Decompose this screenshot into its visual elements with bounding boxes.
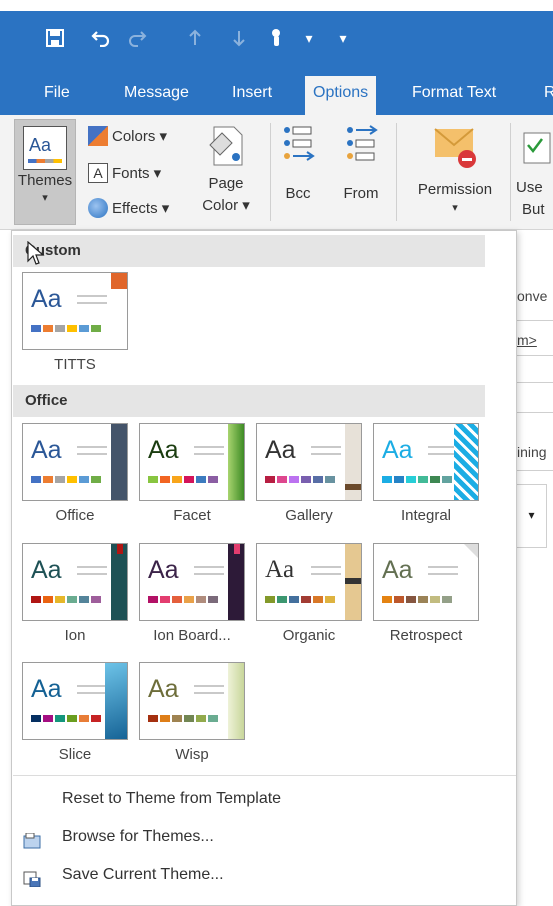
office-section-header: Office	[13, 385, 485, 417]
effects-label: Effects ▾	[112, 200, 170, 217]
theme-slice[interactable]: Aa Slice	[22, 662, 128, 763]
permission-button[interactable]: Permission ▾	[404, 123, 506, 215]
theme-name: Wisp	[175, 746, 209, 763]
background-dropdown: ▾	[517, 484, 547, 548]
from-button[interactable]: From	[334, 123, 388, 205]
background-text: onve	[517, 288, 548, 304]
quick-access-toolbar: ▾ ▾	[0, 11, 553, 69]
voting-icon	[523, 132, 551, 164]
colors-icon	[88, 126, 108, 146]
theme-ion-boardroom[interactable]: Aa Ion Board...	[139, 543, 245, 644]
bcc-icon	[284, 126, 315, 161]
theme-name: Facet	[173, 507, 211, 524]
theme-titts[interactable]: Aa TITTS	[22, 272, 128, 373]
page-color-button[interactable]: Page Color ▾	[198, 123, 254, 217]
effects-button[interactable]: Effects ▾	[88, 195, 169, 221]
theme-office[interactable]: Aa Office	[22, 423, 128, 524]
mouse-cursor-icon	[27, 241, 45, 265]
theme-name: Retrospect	[389, 627, 463, 644]
theme-name: Ion Board...	[153, 627, 231, 644]
save-theme-icon	[23, 866, 41, 888]
bcc-button[interactable]: Bcc	[272, 123, 324, 205]
background-text: m>	[517, 332, 537, 348]
customize-icon[interactable]: ▾	[330, 25, 356, 51]
theme-name: Slice	[58, 746, 92, 763]
theme-name: Organic	[282, 627, 336, 644]
tab-review[interactable]: R	[540, 78, 553, 115]
themes-gallery-dropdown: Custom Aa TITTS Office Aa Office Aa Face…	[11, 230, 517, 906]
tab-message[interactable]: Message	[120, 78, 193, 115]
ribbon-separator	[270, 123, 271, 221]
ribbon-tabs: File Message Insert Options Format Text …	[0, 69, 553, 115]
tab-format-text[interactable]: Format Text	[408, 78, 500, 115]
page-color-label-1: Page	[208, 175, 244, 192]
background-text: ining	[517, 444, 547, 460]
permission-icon	[434, 128, 476, 168]
custom-corner-icon	[111, 273, 127, 289]
buttons-label: But	[522, 201, 545, 218]
theme-gallery[interactable]: Aa Gallery	[256, 423, 362, 524]
ribbon: Aa Themes ▾ Colors ▾ A Fonts ▾ Effects ▾…	[0, 115, 553, 230]
themes-label: Themes	[17, 172, 73, 189]
ribbon-separator	[510, 123, 511, 221]
theme-name: TITTS	[54, 356, 96, 373]
message-body-background: onve m> ining ▾	[517, 230, 553, 906]
tab-options[interactable]: Options	[305, 76, 377, 115]
theme-integral[interactable]: Aa Integral	[373, 423, 479, 524]
colors-button[interactable]: Colors ▾	[88, 123, 167, 149]
permission-dropdown-arrow: ▾	[452, 202, 458, 214]
fonts-button[interactable]: A Fonts ▾	[88, 160, 161, 186]
themes-dropdown-arrow: ▾	[42, 192, 48, 204]
save-current-theme[interactable]: Save Current Theme...	[13, 858, 516, 892]
colors-label: Colors ▾	[112, 128, 168, 145]
ribbon-separator	[396, 123, 397, 221]
divider	[517, 320, 553, 321]
touch-mode-icon[interactable]	[264, 25, 290, 51]
tab-file[interactable]: File	[40, 78, 74, 115]
save-icon[interactable]	[42, 25, 68, 51]
theme-organic[interactable]: Aa Organic	[256, 543, 362, 644]
reset-to-theme-from-template[interactable]: Reset to Theme from Template	[13, 782, 516, 816]
theme-retrospect[interactable]: Aa Retrospect	[373, 543, 479, 644]
themes-button[interactable]: Aa Themes ▾	[14, 119, 76, 225]
fonts-label: Fonts ▾	[112, 165, 162, 182]
theme-name: Integral	[400, 507, 452, 524]
use-label: Use	[516, 179, 543, 196]
from-label: From	[343, 185, 379, 202]
theme-name: Office	[55, 507, 95, 524]
theme-name: Ion	[64, 627, 86, 644]
down-arrow-icon[interactable]	[226, 25, 252, 51]
browse-folder-icon	[23, 828, 41, 849]
fonts-icon: A	[88, 163, 108, 183]
custom-section-header: Custom	[13, 235, 485, 267]
undo-icon[interactable]	[88, 25, 114, 51]
page-color-label-2: Color ▾	[202, 197, 250, 214]
bcc-label: Bcc	[285, 185, 311, 202]
theme-facet[interactable]: Aa Facet	[139, 423, 245, 524]
divider	[517, 355, 553, 356]
menu-divider	[13, 775, 516, 776]
save-current-theme-label: Save Current Theme...	[62, 866, 224, 883]
up-arrow-icon[interactable]	[182, 25, 208, 51]
browse-for-themes-label: Browse for Themes...	[62, 828, 214, 845]
divider	[517, 470, 553, 471]
permission-label: Permission	[417, 181, 493, 198]
page-color-icon	[209, 126, 243, 166]
touch-mode-dropdown-icon[interactable]: ▾	[296, 25, 322, 51]
divider	[517, 382, 553, 383]
theme-name: Gallery	[285, 507, 333, 524]
use-voting-buttons-button[interactable]: Use But	[514, 123, 553, 221]
theme-ion[interactable]: Aa Ion	[22, 543, 128, 644]
theme-wisp[interactable]: Aa Wisp	[139, 662, 245, 763]
from-icon	[347, 125, 378, 161]
effects-icon	[88, 198, 108, 218]
redo-icon[interactable]	[124, 25, 150, 51]
themes-icon: Aa	[23, 126, 67, 170]
browse-for-themes[interactable]: Browse for Themes...	[13, 820, 516, 854]
theme-thumbnail: Aa	[22, 272, 128, 350]
divider	[517, 412, 553, 413]
tab-insert[interactable]: Insert	[228, 78, 276, 115]
